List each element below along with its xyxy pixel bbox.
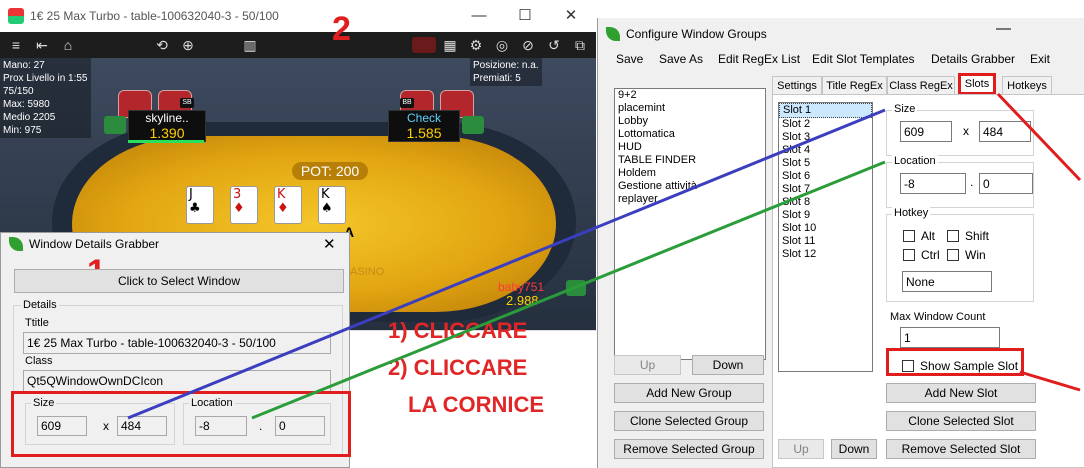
annotation-lines xyxy=(127,92,1082,420)
red-arrow-line-1 xyxy=(996,92,1082,182)
green-arrow-line xyxy=(251,160,886,420)
blue-arrow-line xyxy=(127,108,886,420)
red-arrow-line-2 xyxy=(1019,370,1081,392)
